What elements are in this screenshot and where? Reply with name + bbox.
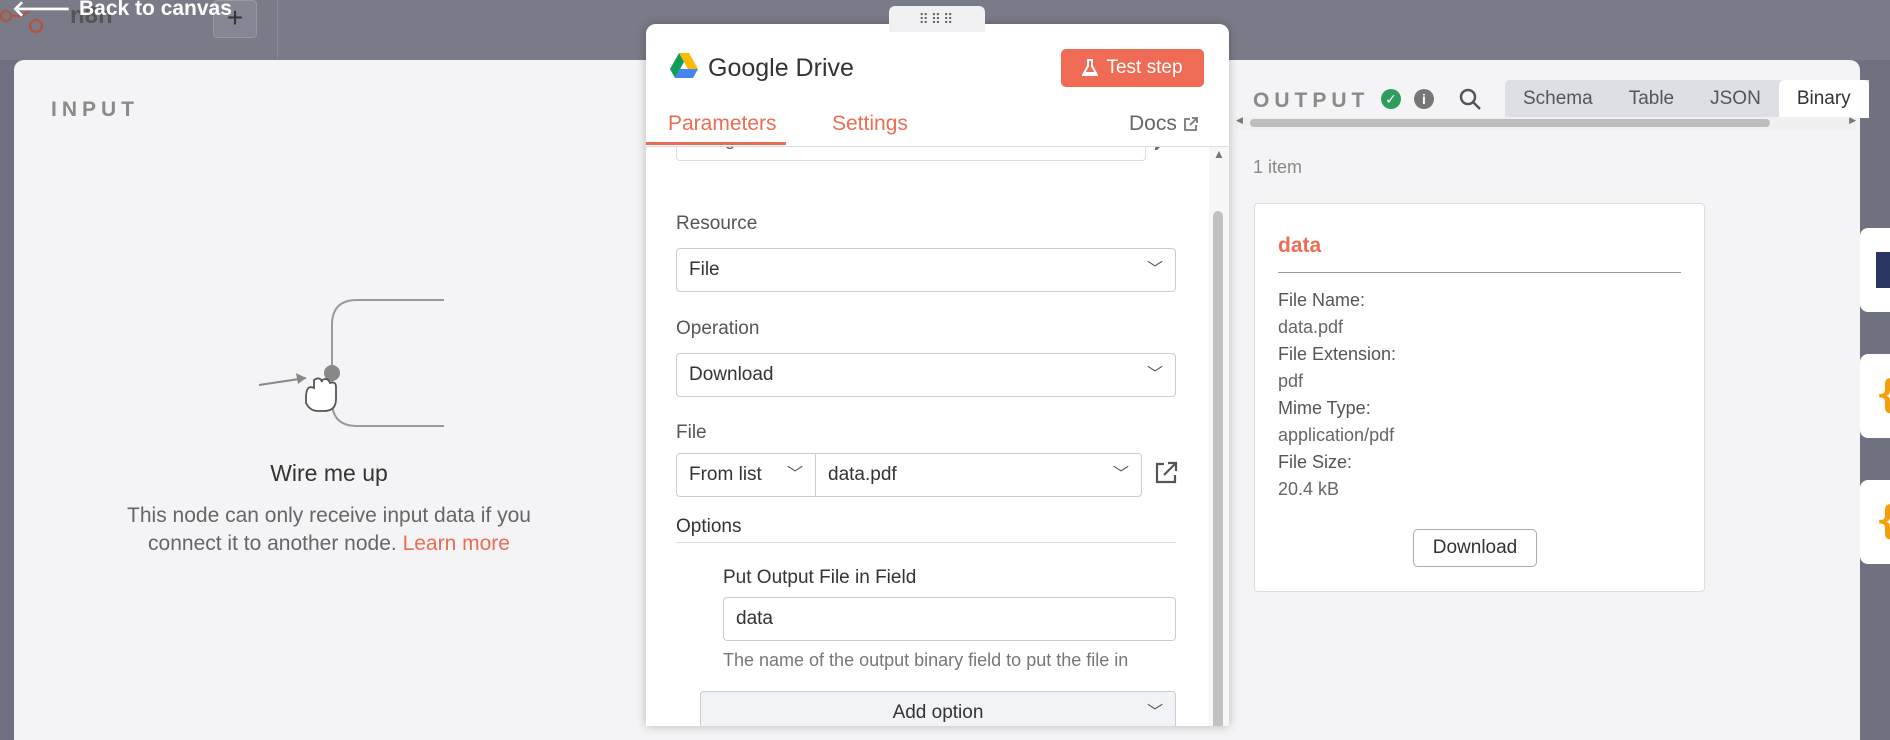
file-extension-value: pdf — [1278, 371, 1304, 391]
binary-divider — [1278, 272, 1681, 273]
scroll-thumb[interactable] — [1213, 211, 1223, 726]
arrow-left-icon: 🡐 — [12, 0, 71, 21]
file-name-value: data.pdf — [1278, 317, 1344, 337]
resource-select[interactable]: File ﹀ — [676, 248, 1176, 292]
chevron-down-icon: ﹀ — [1146, 261, 1163, 278]
scroll-up-icon[interactable]: ▲ — [1213, 147, 1225, 161]
chevron-down-icon: ﹀ — [1112, 466, 1129, 483]
search-icon[interactable] — [1458, 87, 1482, 111]
docs-link[interactable]: Docs — [1129, 112, 1199, 136]
put-output-field-label: Put Output File in Field — [723, 567, 917, 588]
parameters-scrollbar[interactable]: ▲ — [1209, 147, 1229, 726]
edge-node-card[interactable]: { — [1860, 480, 1890, 564]
binary-data-card: data File Name: data.pdf File Extension:… — [1254, 203, 1705, 592]
add-option-label: Add option — [892, 702, 984, 723]
tab-table[interactable]: Table — [1611, 80, 1692, 118]
credential-select[interactable]: Google Drive account 2 — [676, 147, 1146, 161]
test-step-label: Test step — [1106, 57, 1183, 78]
add-option-select[interactable]: Add option ﹀ — [700, 691, 1176, 726]
node-settings-panel: Google Drive account 2 Resource File ﹀ O… — [646, 24, 1229, 726]
docs-label: Docs — [1129, 112, 1177, 135]
parameters-body: Google Drive account 2 Resource File ﹀ O… — [646, 147, 1208, 726]
active-tab-indicator — [646, 142, 786, 145]
file-mode-value: From list — [689, 464, 762, 485]
chevron-down-icon: ﹀ — [786, 466, 803, 483]
options-divider — [676, 542, 1176, 543]
wire-me-up-title: Wire me up — [270, 460, 388, 486]
binary-name: data — [1278, 234, 1322, 257]
item-count: 1 item — [1253, 157, 1303, 177]
tab-binary[interactable]: Binary — [1778, 80, 1869, 118]
put-output-field-hint: The name of the output binary field to p… — [723, 650, 1129, 670]
tab-json[interactable]: JSON — [1692, 80, 1779, 118]
flask-icon — [1082, 59, 1099, 76]
file-name-key: File Name: — [1278, 290, 1366, 310]
edge-node-card[interactable] — [1860, 228, 1890, 312]
tab-parameters[interactable]: Parameters — [668, 112, 777, 136]
chevron-down-icon: ﹀ — [1146, 704, 1163, 721]
node-title: Google Drive — [708, 54, 854, 82]
mime-type-key: Mime Type: — [1278, 398, 1371, 418]
put-output-field-input[interactable]: data — [723, 597, 1176, 641]
back-to-canvas-label: Back to canvas — [79, 0, 232, 20]
google-drive-icon — [670, 53, 698, 78]
tab-schema[interactable]: Schema — [1505, 80, 1611, 118]
success-check-icon: ✓ — [1381, 89, 1401, 109]
panel-drag-handle[interactable]: ⠿⠿⠿ — [889, 6, 985, 32]
info-icon[interactable]: i — [1414, 89, 1434, 109]
brace-icon: { — [1876, 372, 1890, 416]
scroll-left-icon[interactable]: ◀ — [1236, 115, 1243, 126]
edit-pencil-icon[interactable] — [1154, 147, 1166, 151]
back-to-canvas-link[interactable]: 🡐 Back to canvas — [12, 0, 232, 22]
brace-icon: { — [1876, 498, 1890, 542]
resource-value: File — [689, 259, 720, 280]
scroll-right-icon[interactable]: ▶ — [1849, 115, 1856, 126]
file-mode-select[interactable]: From list ﹀ — [676, 453, 816, 497]
learn-more-link[interactable]: Learn more — [403, 532, 510, 555]
scroll-thumb[interactable] — [1250, 119, 1770, 127]
operation-select[interactable]: Download ﹀ — [676, 353, 1176, 397]
file-size-key: File Size: — [1278, 452, 1353, 472]
header-divider — [277, 0, 278, 58]
file-value: data.pdf — [828, 464, 897, 485]
file-size-value: 20.4 kB — [1278, 479, 1340, 499]
chevron-down-icon: ﹀ — [1146, 366, 1163, 383]
node-panel-header: Google Drive Test step Parameters Settin… — [646, 24, 1229, 147]
resource-label: Resource — [676, 213, 758, 234]
options-label: Options — [676, 516, 742, 537]
file-extension-key: File Extension: — [1278, 344, 1397, 364]
input-panel-title: INPUT — [51, 98, 139, 121]
file-value-select[interactable]: data.pdf ﹀ — [815, 453, 1142, 497]
external-link-icon — [1183, 117, 1198, 131]
mime-type-value: application/pdf — [1278, 425, 1395, 445]
node-square-icon — [1876, 252, 1890, 288]
operation-value: Download — [689, 364, 774, 385]
output-horizontal-scrollbar[interactable]: ◀ ▶ — [1236, 115, 1856, 129]
external-link-icon[interactable] — [1152, 459, 1180, 487]
wire-illustration — [258, 299, 444, 427]
test-step-button[interactable]: Test step — [1061, 49, 1204, 87]
output-view-tabs: Schema Table JSON Binary — [1505, 80, 1869, 118]
output-panel-title: OUTPUT — [1253, 89, 1370, 112]
download-button[interactable]: Download — [1413, 529, 1537, 567]
tab-settings[interactable]: Settings — [832, 112, 908, 136]
wire-me-up-description: This node can only receive input data if… — [94, 502, 564, 558]
file-label: File — [676, 422, 707, 443]
edge-node-card[interactable]: { — [1860, 354, 1890, 438]
operation-label: Operation — [676, 318, 760, 339]
